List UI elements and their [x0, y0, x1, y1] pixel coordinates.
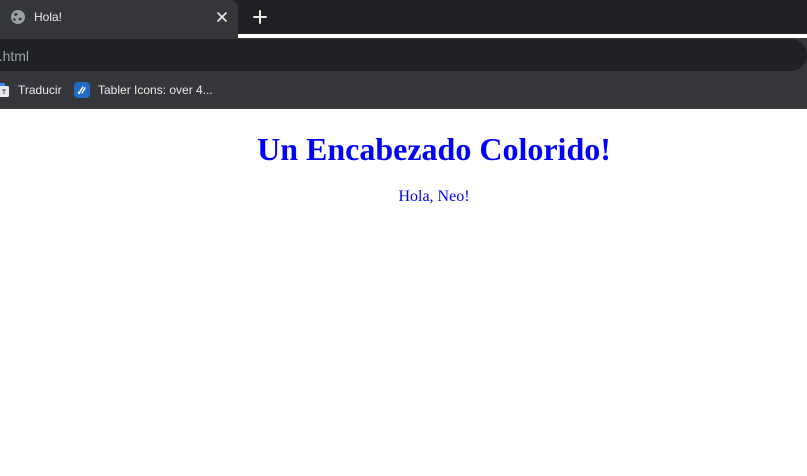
bookmark-label: Tabler Icons: over 4... [98, 83, 213, 97]
greeting-text: Hola, Neo! [398, 188, 470, 205]
tabler-icon [74, 82, 90, 98]
translate-icon [0, 83, 9, 97]
close-icon[interactable] [214, 9, 230, 25]
browser-window: Hola! ola.html Traducir [0, 0, 807, 476]
address-bar[interactable]: ola.html [0, 39, 807, 71]
bookmark-traducir[interactable]: Traducir [0, 80, 62, 100]
bookmarks-bar: Traducir Tabler Icons: over 4... [0, 72, 807, 109]
toolbar: ola.html [0, 38, 807, 72]
address-url: ola.html [0, 48, 30, 64]
page-content: Un Encabezado Colorido! Hola, Neo! [0, 109, 807, 476]
bookmark-label: Traducir [18, 83, 62, 97]
tab-title: Hola! [34, 10, 63, 24]
page-heading: Un Encabezado Colorido! [257, 131, 611, 167]
globe-icon [11, 10, 25, 24]
bookmark-tabler-icons[interactable]: Tabler Icons: over 4... [74, 80, 213, 100]
new-tab-plus-icon[interactable] [251, 8, 269, 26]
tab-active[interactable]: Hola! [0, 0, 238, 38]
tab-strip: Hola! [0, 0, 807, 38]
